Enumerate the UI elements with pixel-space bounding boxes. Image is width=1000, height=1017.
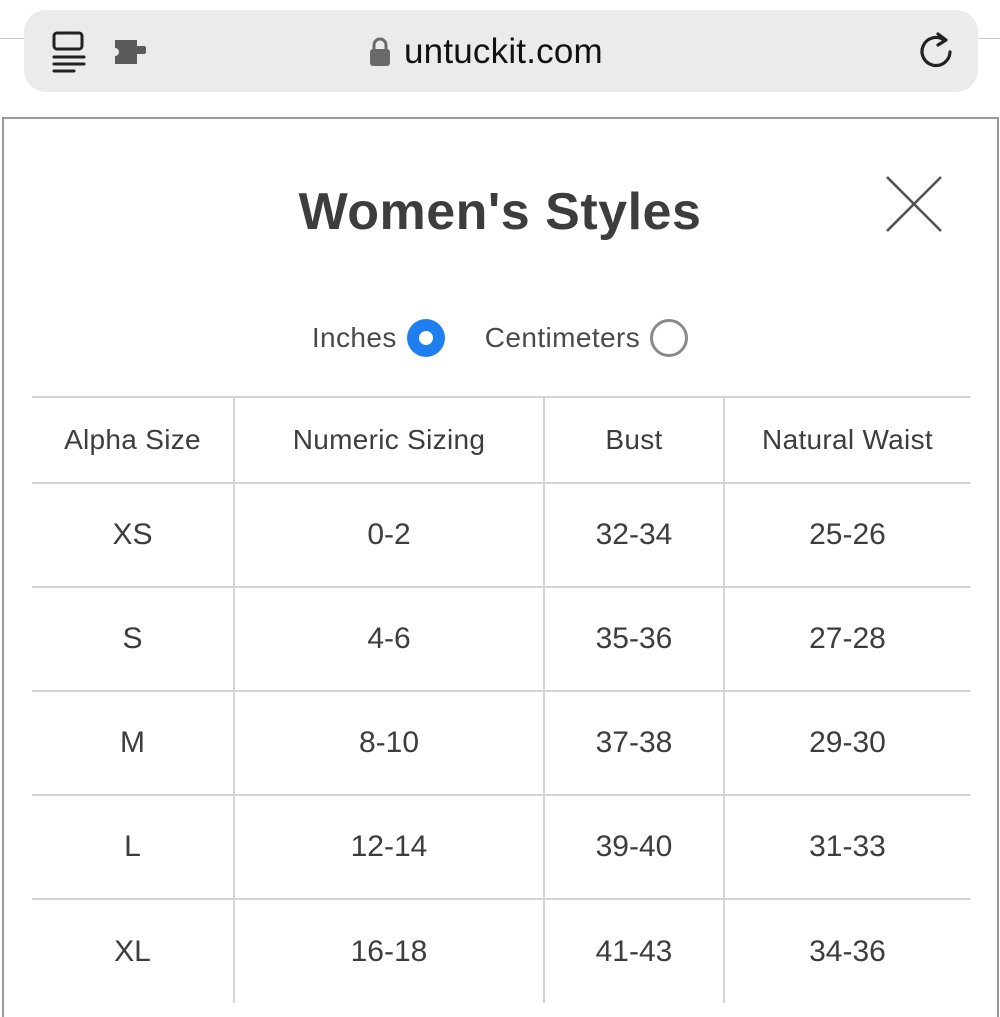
cell-bust: 35-36	[543, 586, 724, 691]
table-row: XS 0-2 32-34 25-26	[32, 482, 970, 587]
cell-natural-waist: 34-36	[723, 898, 970, 1003]
cell-bust: 39-40	[543, 794, 724, 899]
puzzle-extension-icon[interactable]	[112, 34, 152, 70]
table-row: S 4-6 35-36 27-28	[32, 586, 970, 691]
reload-icon[interactable]	[914, 28, 960, 74]
cell-numeric-sizing: 0-2	[233, 482, 544, 587]
size-table: Alpha Size Numeric Sizing Bust Natural W…	[32, 396, 970, 1003]
reader-icon[interactable]	[50, 30, 90, 74]
modal-title: Women's Styles	[298, 183, 702, 241]
cell-bust: 32-34	[543, 482, 724, 587]
radio-centimeters-unselected[interactable]	[650, 319, 689, 357]
cell-natural-waist: 27-28	[723, 586, 970, 691]
cell-alpha-size: L	[32, 794, 234, 899]
close-x-icon[interactable]	[884, 174, 944, 234]
cell-bust: 37-38	[543, 690, 724, 795]
cell-natural-waist: 25-26	[723, 482, 970, 587]
cell-alpha-size: XS	[32, 482, 234, 587]
cell-natural-waist: 31-33	[723, 794, 970, 899]
cell-numeric-sizing: 16-18	[233, 898, 544, 1003]
cell-alpha-size: M	[32, 690, 234, 795]
cell-alpha-size: S	[32, 586, 234, 691]
url-field[interactable]: untuckit.com	[368, 28, 603, 76]
header-numeric-sizing: Numeric Sizing	[233, 396, 544, 483]
unit-toggle: Inches Centimeters	[0, 316, 1000, 360]
unit-label-centimeters: Centimeters	[484, 322, 641, 353]
cell-numeric-sizing: 8-10	[233, 690, 544, 795]
unit-label-inches: Inches	[311, 322, 397, 353]
cell-natural-waist: 29-30	[723, 690, 970, 795]
lock-icon	[370, 37, 390, 66]
cell-numeric-sizing: 4-6	[233, 586, 544, 691]
url-text: untuckit.com	[404, 32, 603, 71]
table-row: M 8-10 37-38 29-30	[32, 690, 970, 795]
table-row: XL 16-18 41-43 34-36	[32, 898, 970, 1003]
cell-alpha-size: XL	[32, 898, 234, 1003]
cell-numeric-sizing: 12-14	[233, 794, 544, 899]
unit-option-inches[interactable]: Inches	[312, 319, 445, 357]
unit-option-centimeters[interactable]: Centimeters	[484, 319, 689, 357]
header-bust: Bust	[543, 396, 724, 483]
header-alpha-size: Alpha Size	[32, 396, 234, 483]
radio-inches-selected[interactable]	[406, 319, 445, 357]
table-header-row: Alpha Size Numeric Sizing Bust Natural W…	[32, 396, 970, 483]
table-row: L 12-14 39-40 31-33	[32, 794, 970, 899]
cell-bust: 41-43	[543, 898, 724, 1003]
header-natural-waist: Natural Waist	[723, 396, 970, 483]
